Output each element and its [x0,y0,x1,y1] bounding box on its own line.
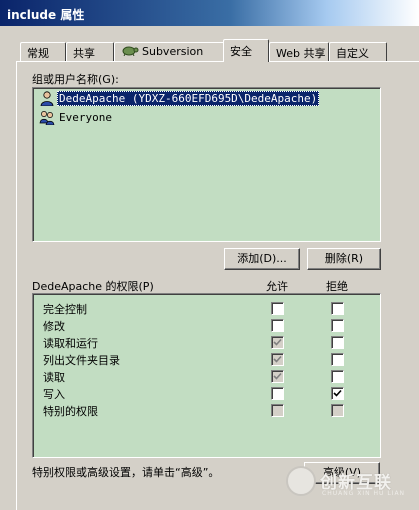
users-listbox[interactable]: DedeApache (YDXZ-660EFD695D\DedeApache) … [32,87,381,242]
watermark-subtitle: CHUANG XIN HU LIAN [322,490,406,497]
tab-security[interactable]: 安全 [223,39,269,62]
permission-row: 完全控制 [33,300,380,317]
tab-label: Web 共享 [276,47,326,60]
deny-checkbox[interactable] [331,387,344,400]
user-name: DedeApache (YDXZ-660EFD695D\DedeApache) [57,91,320,106]
permission-row: 读取和运行 [33,334,380,351]
tab-label: Subversion [142,45,204,58]
group-or-user-names-label: 组或用户名称(G): [32,73,119,86]
permission-row: 修改 [33,317,380,334]
add-button[interactable]: 添加(D)... [224,248,300,270]
advanced-hint-text: 特别权限或高级设置，请单击“高级”。 [32,466,220,479]
permission-row: 特别的权限 [33,402,380,419]
permission-name: 列出文件夹目录 [43,354,120,367]
allow-checkbox [271,336,284,349]
permission-name: 特别的权限 [43,405,98,418]
deny-checkbox[interactable] [331,302,344,315]
tab-label: 安全 [230,45,252,58]
allow-checkbox[interactable] [271,387,284,400]
title-bar[interactable]: include 属性 [0,0,419,26]
tab-customize[interactable]: 自定义 [329,42,387,61]
permission-row: 写入 [33,385,380,402]
window-title: include 属性 [7,8,85,22]
deny-checkbox[interactable] [331,336,344,349]
allow-checkbox [271,404,284,417]
deny-checkbox [331,404,344,417]
deny-checkbox[interactable] [331,370,344,383]
allow-checkbox [271,353,284,366]
deny-column-header: 拒绝 [326,280,348,293]
tab-strip: 常规 共享 Subversion 安全 Web 共享 自定义 [16,39,419,62]
tab-label: 共享 [73,47,95,60]
permissions-list: 完全控制修改读取和运行列出文件夹目录 读取写入特别的权限 [32,293,381,458]
tab-label: 自定义 [336,47,369,60]
user-name: Everyone [59,111,112,124]
svn-turtle-icon [121,45,139,57]
permission-name: 写入 [43,388,65,401]
tab-subversion[interactable]: Subversion [114,42,225,61]
group-icon [39,110,55,126]
tab-general[interactable]: 常规 [20,42,66,61]
permission-row: 读取 [33,368,380,385]
logo-icon [286,466,316,496]
permission-name: 读取和运行 [43,337,98,350]
allow-checkbox[interactable] [271,302,284,315]
allow-checkbox[interactable] [271,319,284,332]
permission-name: 读取 [43,371,65,384]
permission-name: 修改 [43,320,65,333]
remove-button[interactable]: 删除(R) [307,248,381,270]
allow-checkbox [271,370,284,383]
list-item[interactable]: Everyone [37,109,378,126]
allow-column-header: 允许 [266,280,288,293]
deny-checkbox[interactable] [331,319,344,332]
watermark-logo: 创新互联 CHUANG XIN HU LIAN [282,462,419,510]
user-icon [39,91,55,107]
deny-checkbox[interactable] [331,353,344,366]
list-item[interactable]: DedeApache (YDXZ-660EFD695D\DedeApache) [37,90,378,107]
tab-web-sharing[interactable]: Web 共享 [269,42,329,61]
permission-name: 完全控制 [43,303,87,316]
permissions-label: DedeApache 的权限(P) [32,280,154,293]
tab-sharing[interactable]: 共享 [66,42,114,61]
permission-row: 列出文件夹目录 [33,351,380,368]
tab-label: 常规 [27,47,49,60]
